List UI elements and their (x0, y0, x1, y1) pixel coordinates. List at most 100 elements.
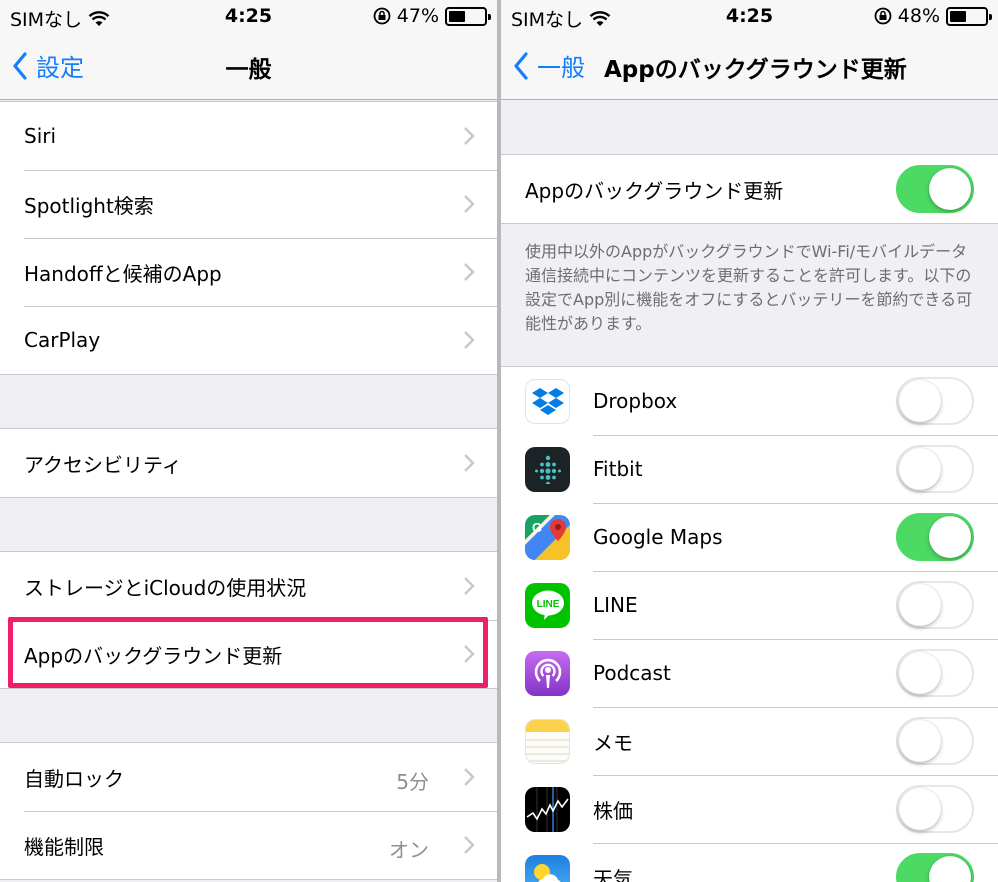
row-value: 5分 (396, 770, 429, 794)
app-name: LINE (593, 593, 638, 617)
app-row-dropbox: Dropbox (501, 367, 998, 435)
app-name: 株価 (593, 798, 633, 823)
chevron-right-icon (464, 195, 475, 213)
fitbit-icon (525, 446, 570, 492)
toggle-knob (899, 720, 941, 762)
navigation-bar: 一般 Appのバックグラウンド更新 (501, 34, 998, 100)
row-label: Siri (24, 124, 57, 148)
carrier-info: SIMなし (511, 5, 611, 32)
app-toggle-notes[interactable] (896, 717, 974, 765)
app-toggle-fitbit[interactable] (896, 445, 974, 493)
app-name: メモ (593, 730, 633, 755)
app-row-podcast: Podcast (501, 639, 998, 707)
toggle-knob (899, 380, 941, 422)
settings-row-accessibility[interactable]: アクセシビリティ (0, 429, 497, 497)
footer-description: 使用中以外のAppがバックグラウンドでWi-Fi/モバイルデータ通信接続中にコン… (525, 242, 973, 333)
row-label: CarPlay (24, 328, 101, 352)
settings-row-siri[interactable]: Siri (0, 102, 497, 170)
background-refresh-screen: SIMなし 4:25 48% 一般 Appのバックグラウンド更新 Appのバック… (501, 0, 998, 882)
app-row-stocks: 株価 (501, 775, 998, 843)
app-toggle-podcast[interactable] (896, 649, 974, 697)
status-bar: SIMなし 4:25 48% (501, 0, 998, 34)
app-row-line: LINE LINE (501, 571, 998, 639)
carrier-info: SIMなし (10, 5, 110, 32)
toggle-knob (899, 448, 941, 490)
master-toggle-switch[interactable] (896, 165, 974, 213)
app-name: Dropbox (593, 389, 678, 413)
app-row-fitbit: Fitbit (501, 435, 998, 503)
rotation-lock-icon (373, 7, 391, 25)
settings-group-2: アクセシビリティ (0, 428, 497, 498)
settings-group-1: Siri Spotlight検索 Handoffと候補のApp CarPlay (0, 101, 497, 375)
status-right: 48% (874, 5, 992, 27)
row-label: Appのバックグラウンド更新 (24, 643, 283, 668)
wifi-icon (589, 10, 611, 26)
app-toggle-google-maps[interactable] (896, 513, 974, 561)
svg-text:LINE: LINE (536, 599, 559, 610)
app-name: Google Maps (593, 525, 723, 549)
dropbox-icon (525, 378, 570, 424)
row-label: Spotlight検索 (24, 193, 154, 218)
chevron-right-icon (464, 263, 475, 281)
master-toggle-label: Appのバックグラウンド更新 (525, 178, 784, 203)
back-label: 一般 (537, 54, 585, 82)
chevron-right-icon (464, 454, 475, 472)
chevron-right-icon (464, 836, 475, 854)
settings-row-background-refresh[interactable]: Appのバックグラウンド更新 (0, 620, 497, 688)
app-name: Fitbit (593, 457, 643, 481)
general-settings-screen: SIMなし 4:25 47% 設定 一般 Siri Spotlight検索 Ha… (0, 0, 497, 882)
app-row-google-maps: G Google Maps (501, 503, 998, 571)
toggle-knob (899, 788, 941, 830)
settings-row-auto-lock[interactable]: 自動ロック 5分 (0, 743, 497, 811)
status-bar: SIMなし 4:25 47% (0, 0, 497, 34)
settings-group-3: ストレージとiCloudの使用状況 Appのバックグラウンド更新 (0, 551, 497, 689)
battery-percent: 47% (396, 5, 439, 27)
chevron-right-icon (464, 331, 475, 349)
app-toggle-weather[interactable] (896, 853, 974, 882)
battery-icon (946, 6, 992, 26)
app-toggle-line[interactable] (896, 581, 974, 629)
settings-row-handoff[interactable]: Handoffと候補のApp (0, 238, 497, 306)
wifi-icon (88, 10, 110, 26)
battery-percent: 48% (897, 5, 940, 27)
master-toggle-group: Appのバックグラウンド更新 (501, 154, 998, 224)
status-right: 47% (373, 5, 491, 27)
back-button[interactable]: 一般 (513, 48, 585, 83)
settings-group-4: 自動ロック 5分 機能制限 オン (0, 742, 497, 880)
toggle-knob (899, 584, 941, 626)
chevron-left-icon (514, 51, 528, 80)
page-title: 一般 (225, 57, 272, 83)
app-toggle-stocks[interactable] (896, 785, 974, 833)
svg-text:G: G (532, 520, 542, 535)
google-maps-icon: G (525, 514, 570, 560)
podcast-icon (525, 650, 570, 696)
notes-icon (525, 718, 570, 764)
battery-icon (445, 6, 491, 26)
line-icon: LINE (525, 582, 570, 628)
toggle-knob (929, 168, 971, 210)
row-label: ストレージとiCloudの使用状況 (24, 575, 307, 600)
chevron-right-icon (464, 577, 475, 595)
settings-row-spotlight[interactable]: Spotlight検索 (0, 170, 497, 238)
settings-row-restrictions[interactable]: 機能制限 オン (0, 811, 497, 879)
app-list: Dropbox Fitbit G Google Maps LINE LINE P… (501, 366, 998, 882)
row-value: オン (389, 838, 429, 862)
app-row-weather: 天気 (501, 843, 998, 882)
master-toggle-row: Appのバックグラウンド更新 (501, 155, 998, 223)
toggle-knob (929, 856, 971, 882)
toggle-knob (899, 652, 941, 694)
toggle-knob (929, 516, 971, 558)
app-name: Podcast (593, 661, 671, 685)
chevron-right-icon (464, 645, 475, 663)
chevron-right-icon (464, 768, 475, 786)
row-label: Handoffと候補のApp (24, 261, 222, 286)
page-title: Appのバックグラウンド更新 (604, 57, 907, 83)
settings-row-storage[interactable]: ストレージとiCloudの使用状況 (0, 552, 497, 620)
app-toggle-dropbox[interactable] (896, 377, 974, 425)
settings-row-carplay[interactable]: CarPlay (0, 306, 497, 374)
navigation-bar: 設定 一般 (0, 34, 497, 100)
top-bar: SIMなし 4:25 47% 設定 一般 (0, 0, 497, 100)
app-row-notes: メモ (501, 707, 998, 775)
rotation-lock-icon (874, 7, 892, 25)
row-label: アクセシビリティ (24, 452, 182, 477)
